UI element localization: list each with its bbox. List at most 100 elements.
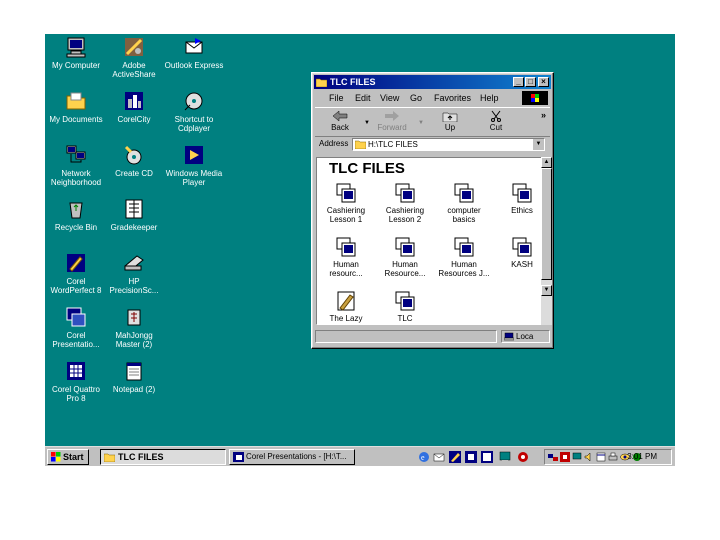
up-button[interactable]: Up [435, 110, 465, 132]
desktop-icon-gradekeeper[interactable]: Gradekeeper [103, 198, 165, 232]
wordperfect-icon[interactable] [449, 451, 461, 463]
file-item[interactable]: KASH [493, 236, 542, 269]
window-titlebar[interactable]: TLC FILES _ □ × [314, 75, 551, 89]
desktop-icon-corelcity[interactable]: CorelCity [103, 90, 165, 124]
back-button[interactable]: Back [325, 110, 355, 132]
status-bar: Loca [315, 329, 550, 345]
desktop-icon[interactable] [499, 451, 511, 463]
file-label: Human resourc... [329, 260, 363, 278]
file-item[interactable]: Cashiering Lesson 1 [317, 182, 375, 224]
corel-presentations-icon[interactable] [465, 451, 477, 463]
desktop-icon-adobe-activeshare[interactable]: Adobe ActiveShare [103, 36, 165, 79]
menu-go[interactable]: Go [410, 91, 422, 105]
scanner-icon [124, 255, 144, 271]
scroll-thumb[interactable] [541, 168, 552, 280]
desktop-icon-label: My Computer [51, 61, 100, 70]
menu-favorites[interactable]: Favorites [434, 91, 471, 105]
vertical-scrollbar[interactable]: ▲ ▼ [541, 157, 552, 325]
volume-icon[interactable] [584, 452, 594, 462]
minimize-button[interactable]: _ [513, 77, 524, 87]
file-label: KASH [511, 260, 533, 269]
up-folder-icon [442, 112, 458, 122]
back-arrow-icon [332, 110, 348, 122]
corel-presentations-icon [66, 307, 86, 327]
file-item[interactable]: Human resourc... [317, 236, 375, 278]
file-item[interactable]: Human Resource... [376, 236, 434, 278]
svg-text:e: e [421, 453, 425, 462]
file-label: Human Resources J... [438, 260, 490, 278]
desktop-icon-recycle-bin[interactable]: Recycle Bin [45, 198, 107, 232]
scheduler-icon[interactable] [596, 452, 606, 462]
antivirus-icon[interactable] [560, 452, 570, 462]
status-zone-pane: Loca [501, 330, 550, 343]
scroll-up-button[interactable]: ▲ [541, 157, 552, 168]
desktop-icon-network[interactable]: Network Neighborhood [45, 144, 107, 187]
file-item[interactable]: Cashiering Lesson 2 [376, 182, 434, 224]
desktop-icon-hp-scanner[interactable]: HP PrecisionSc... [103, 252, 165, 295]
printer-icon[interactable] [608, 452, 618, 462]
file-item[interactable]: computer basics [435, 182, 493, 224]
file-item[interactable]: TLC [376, 290, 434, 323]
desktop-icon-label: Notepad (2) [112, 385, 156, 394]
scroll-down-button[interactable]: ▼ [541, 285, 552, 296]
desktop-icon-quattro-pro[interactable]: Corel Quattro Pro 8 [45, 360, 107, 403]
folder-content-view[interactable]: TLC FILES Cashiering Lesson 1 Cashiering… [316, 157, 543, 325]
desktop-icon-wordperfect[interactable]: Corel WordPerfect 8 [45, 252, 107, 295]
forward-label: Forward [377, 123, 407, 132]
file-label: Human Resource... [384, 260, 426, 278]
maximize-icon: □ [528, 77, 533, 86]
start-label: Start [63, 452, 84, 462]
display-settings-icon[interactable] [572, 452, 582, 462]
address-bar: Address H:\TLC FILES ▼ [315, 137, 550, 153]
desktop-icon-my-documents[interactable]: My Documents [45, 90, 107, 124]
internet-explorer-icon[interactable]: e [418, 451, 430, 463]
taskbar-item-label: Corel Presentations - [H:\T... [246, 452, 347, 461]
desktop-icon-cdplayer[interactable]: Shortcut to Cdplayer [163, 90, 225, 133]
desktop-icon-outlook-express[interactable]: Outlook Express [163, 36, 225, 70]
desktop-icon-label: Create CD [115, 169, 153, 178]
network-status-icon[interactable] [548, 452, 558, 462]
wordperfect-icon [67, 254, 85, 272]
desktop-icon-my-computer[interactable]: My Computer [45, 36, 107, 70]
cdplayer-icon [184, 92, 203, 111]
file-item[interactable]: Human Resources J... [435, 236, 493, 278]
back-dropdown-icon[interactable]: ▼ [364, 120, 370, 126]
desktop-icon-mahjongg[interactable]: MahJongg Master (2) [103, 306, 165, 349]
menu-edit[interactable]: Edit [355, 91, 371, 105]
desktop-icon-corel-presentations[interactable]: Corel Presentatio... [45, 306, 107, 349]
clock[interactable]: 3:01 PM [627, 451, 657, 463]
maximize-button[interactable]: □ [525, 77, 536, 87]
desktop-icon-notepad[interactable]: Notepad (2) [103, 360, 165, 394]
toolbar-more-button[interactable]: » [541, 110, 546, 120]
presentation-file-icon [336, 183, 356, 203]
menu-help[interactable]: Help [480, 91, 499, 105]
desktop-icon-label: MahJongg Master (2) [115, 331, 153, 349]
menu-file[interactable]: File [329, 91, 344, 105]
outlook-express-icon[interactable] [433, 451, 445, 463]
address-dropdown-button[interactable]: ▼ [532, 139, 544, 150]
forward-dropdown-icon[interactable]: ▼ [418, 120, 424, 126]
taskbar-item-tlc-files[interactable]: TLC FILES [100, 449, 226, 465]
file-label: Cashiering Lesson 1 [326, 206, 366, 224]
close-button[interactable]: × [538, 77, 549, 87]
explorer-window[interactable]: TLC FILES _ □ × File Edit View Go Favori… [311, 72, 554, 349]
mahjongg-icon [127, 309, 141, 326]
file-item[interactable]: The Lazy [317, 290, 375, 323]
back-label: Back [331, 123, 349, 132]
create-cd-icon [124, 145, 142, 165]
desktop-icon-create-cd[interactable]: Create CD [103, 144, 165, 178]
presentation-file-icon [454, 183, 474, 203]
presentation-file-icon [395, 291, 415, 311]
taskbar-item-corel-presentations[interactable]: Corel Presentations - [H:\T... [229, 449, 355, 465]
notepad-icon [126, 362, 142, 381]
chevron-down-icon: ▼ [535, 141, 542, 147]
cut-button[interactable]: Cut [481, 110, 511, 132]
desktop-icon-media-player[interactable]: Windows Media Player [163, 144, 225, 187]
menu-view[interactable]: View [380, 91, 399, 105]
forward-button[interactable]: Forward [377, 110, 407, 132]
start-button[interactable]: Start [47, 449, 89, 465]
quattro-pro-icon[interactable] [481, 451, 493, 463]
address-input[interactable]: H:\TLC FILES ▼ [352, 138, 545, 151]
channels-icon[interactable] [517, 451, 529, 463]
file-item[interactable]: Ethics [493, 182, 542, 215]
